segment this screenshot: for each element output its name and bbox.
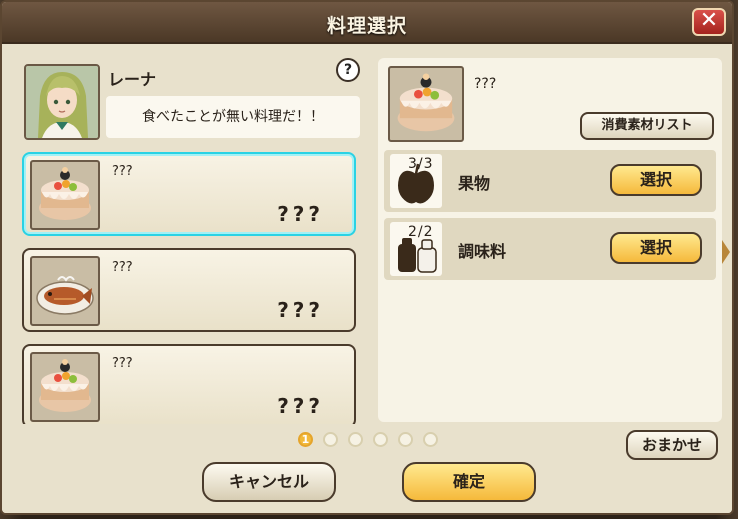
recipe-select-dialog: 料理選択 ✕ レーナ ? 食べたことが無い料理だ！！ ??? ??? ??? ?… (0, 0, 734, 515)
grilled-fish-icon (36, 276, 94, 315)
recipe-card-3[interactable]: ??? ??? (22, 344, 356, 424)
ingredient-name: 調味料 (458, 242, 507, 261)
page-dot-4[interactable] (373, 432, 388, 447)
select-seasoning-button[interactable]: 選択 (610, 232, 702, 264)
page-dot-3[interactable] (348, 432, 363, 447)
character-avatar-icon (26, 66, 98, 138)
page-dot-2[interactable] (323, 432, 338, 447)
ingredient-name: 果物 (458, 174, 491, 193)
recipe-icon-frame (30, 256, 100, 326)
recipe-icon-frame (30, 352, 100, 422)
material-list-button[interactable]: 消費素材リスト (580, 112, 714, 140)
next-panel-arrow-icon[interactable] (722, 240, 730, 264)
ingredient-row-fruit: 3/3 果物 選択 (384, 150, 716, 212)
recipe-subtitle: ??? (277, 394, 324, 418)
ingredient-count: 3/3 (408, 156, 434, 172)
recipe-icon-frame (30, 160, 100, 230)
character-name: レーナ (108, 70, 157, 89)
page-dot-6[interactable] (423, 432, 438, 447)
select-fruit-button[interactable]: 選択 (610, 164, 702, 196)
recipe-card-1[interactable]: ??? ??? (22, 152, 356, 236)
close-button[interactable]: ✕ (692, 8, 726, 36)
auto-select-button[interactable]: おまかせ (626, 430, 718, 460)
ingredient-row-seasoning: 2/2 調味料 選択 (384, 218, 716, 280)
help-button[interactable]: ? (336, 58, 360, 82)
dialog-title: 料理選択 (326, 15, 407, 37)
recipe-subtitle: ??? (277, 202, 324, 226)
recipe-name: ??? (112, 356, 133, 371)
detail-recipe-name: ??? (474, 76, 497, 92)
ingredient-icon-frame: 2/2 (390, 222, 442, 276)
recipe-detail-panel: ??? 消費素材リスト 3/3 果物 選択 2/2 調味料 選択 (378, 58, 722, 422)
recipe-subtitle: ??? (277, 298, 324, 322)
character-portrait (24, 64, 100, 140)
ingredient-count: 2/2 (408, 224, 434, 240)
detail-icon-frame (388, 66, 464, 142)
recipe-name: ??? (112, 260, 133, 275)
page-dot-1[interactable]: 1 (298, 432, 313, 447)
title-bar: 料理選択 ✕ (2, 2, 732, 44)
ingredient-icon-frame: 3/3 (390, 154, 442, 208)
confirm-button[interactable]: 確定 (402, 462, 536, 502)
cake-icon (397, 73, 455, 132)
recipe-list[interactable]: ??? ??? ??? ??? ??? ??? (20, 150, 362, 424)
page-dot-5[interactable] (398, 432, 413, 447)
cake-icon (39, 167, 91, 220)
character-speech: 食べたことが無い料理だ！！ (106, 96, 360, 138)
recipe-name: ??? (112, 164, 133, 179)
cake-icon (39, 359, 91, 412)
recipe-card-2[interactable]: ??? ??? (22, 248, 356, 332)
cancel-button[interactable]: キャンセル (202, 462, 336, 502)
